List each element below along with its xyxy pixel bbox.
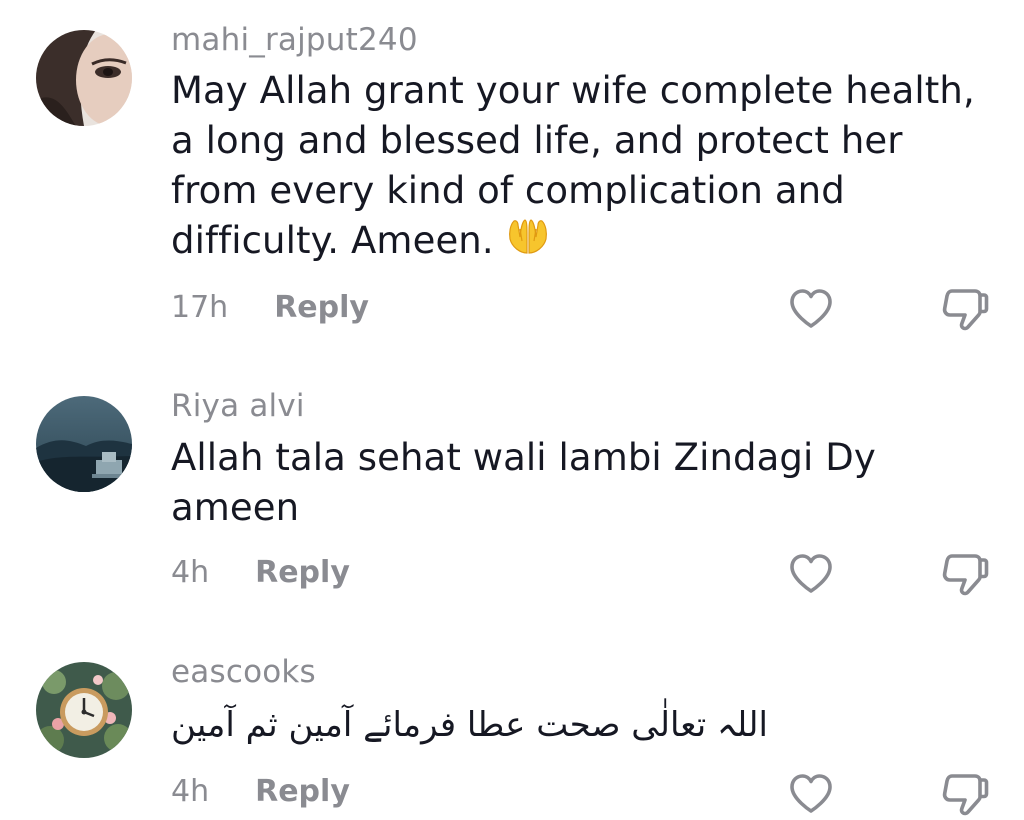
- avatar-image: [36, 662, 132, 758]
- comment-text-line: اللہ تعالٰی صحت عطا فرمائے آمین ثم آمین: [171, 705, 768, 745]
- thumbs-down-outline-icon[interactable]: [940, 773, 990, 819]
- comment-text-line-last: difficulty. Ameen.: [171, 216, 991, 270]
- comment-text-line: difficulty. Ameen.: [171, 219, 494, 262]
- comment-text-line: May Allah grant your wife complete healt…: [171, 69, 975, 112]
- comment-text: اللہ تعالٰی صحت عطا فرمائے آمین ثم آمین: [171, 702, 768, 748]
- comment-timestamp: 17h: [171, 290, 229, 325]
- comment-text-line: Allah tala sehat wali lambi Zindagi Dy: [171, 436, 876, 479]
- comment-item: eascooks اللہ تعالٰی صحت عطا فرمائے آمین…: [0, 640, 1024, 820]
- thumbs-down-outline-icon[interactable]: [940, 553, 990, 599]
- comment-timestamp: 4h: [171, 555, 210, 590]
- avatar-image: [36, 396, 132, 492]
- comment-meta: 4h Reply: [171, 555, 350, 590]
- praying-hands-emoji-icon: [506, 217, 550, 270]
- comment-item: mahi_rajput240 May Allah grant your wife…: [0, 0, 1024, 360]
- avatar-image: [36, 30, 132, 126]
- thumbs-down-outline-icon[interactable]: [940, 288, 990, 334]
- comment-text-line: a long and blessed life, and protect her: [171, 119, 903, 162]
- comment-text: May Allah grant your wife complete healt…: [171, 66, 991, 270]
- reply-button[interactable]: Reply: [255, 555, 350, 590]
- comment-text: Allah tala sehat wali lambi Zindagi Dy a…: [171, 433, 991, 533]
- heart-outline-icon[interactable]: [788, 553, 834, 595]
- avatar[interactable]: [36, 30, 132, 126]
- avatar[interactable]: [36, 396, 132, 492]
- comment-meta: 17h Reply: [171, 290, 369, 325]
- comment-username[interactable]: mahi_rajput240: [171, 22, 418, 58]
- comment-username[interactable]: eascooks: [171, 654, 316, 690]
- comment-timestamp: 4h: [171, 774, 210, 809]
- comment-text-line: ameen: [171, 486, 300, 529]
- comment-meta: 4h Reply: [171, 774, 350, 809]
- reply-button[interactable]: Reply: [255, 774, 350, 809]
- heart-outline-icon[interactable]: [788, 288, 834, 330]
- comment-username[interactable]: Riya alvi: [171, 388, 305, 424]
- comment-text-line: from every kind of complication and: [171, 169, 845, 212]
- reply-button[interactable]: Reply: [274, 290, 369, 325]
- heart-outline-icon[interactable]: [788, 773, 834, 815]
- avatar[interactable]: [36, 662, 132, 758]
- comment-item: Riya alvi Allah tala sehat wali lambi Zi…: [0, 380, 1024, 620]
